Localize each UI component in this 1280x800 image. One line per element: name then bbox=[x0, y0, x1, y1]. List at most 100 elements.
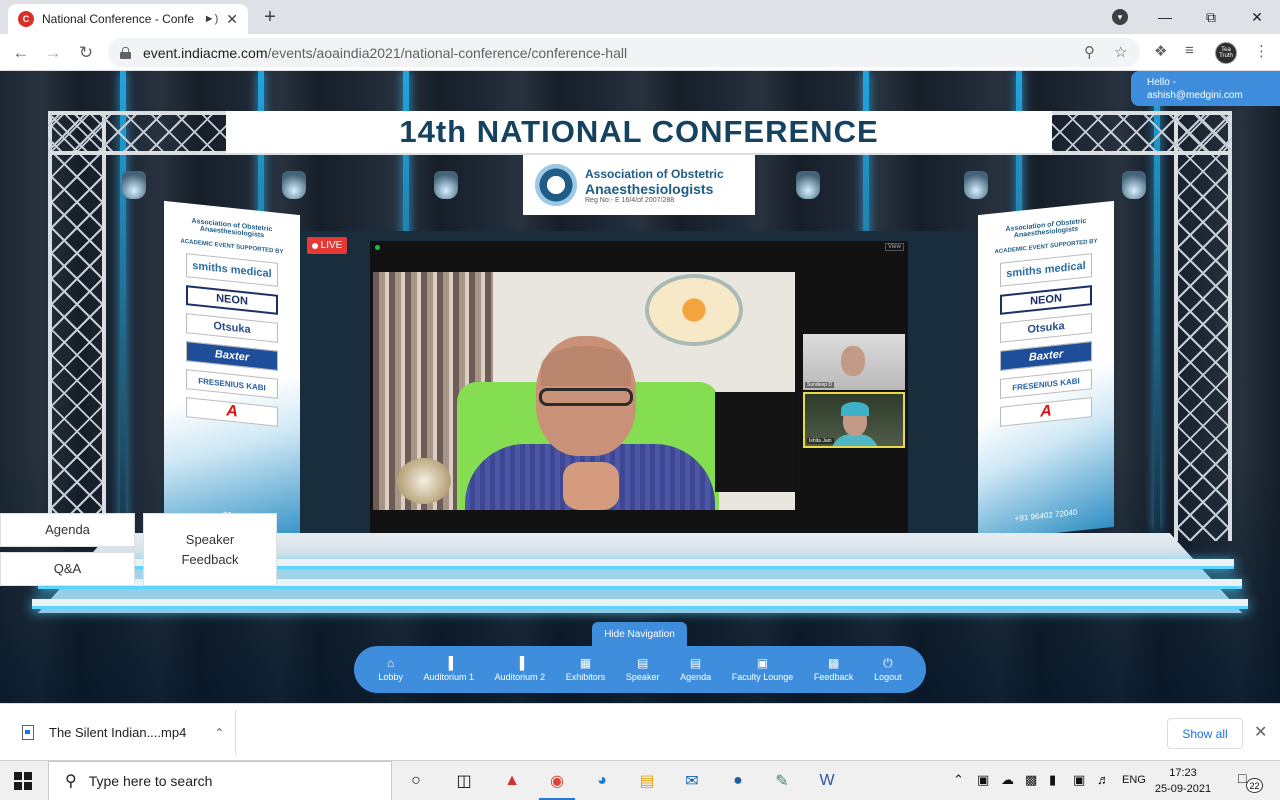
tab-search-icon[interactable]: ▾ bbox=[1112, 9, 1128, 25]
tray-overflow-icon[interactable]: ⌃ bbox=[953, 772, 964, 788]
speaker-hair bbox=[541, 346, 631, 386]
agenda-button[interactable]: Agenda bbox=[0, 513, 135, 547]
feedback-icon: ▩ bbox=[828, 656, 840, 670]
menu-kebab-icon[interactable]: ⋮ bbox=[1254, 42, 1269, 60]
speaker-feedback-line1: Speaker bbox=[185, 531, 235, 547]
zoom-app-icon[interactable]: ● bbox=[726, 769, 750, 793]
main-speaker-video bbox=[373, 272, 795, 510]
acrobat-icon[interactable]: ▲ bbox=[500, 769, 524, 793]
nav-item-auditorium-1[interactable]: ▐ Auditorium 1 bbox=[423, 657, 474, 683]
nav-item-speaker[interactable]: ▤ Speaker bbox=[626, 657, 660, 683]
wall-emblem bbox=[645, 274, 743, 346]
address-bar[interactable]: event.indiacme.com/events/aoaindia2021/n… bbox=[108, 38, 1140, 67]
forward-arrow-icon[interactable]: → bbox=[40, 40, 66, 66]
bookmark-star-icon[interactable]: ☆ bbox=[1114, 43, 1127, 61]
outlook-icon[interactable]: ✉ bbox=[680, 769, 704, 793]
sponsor-logo-otsuka: Otsuka bbox=[186, 313, 278, 343]
system-clock[interactable]: 17:23 25-09-2021 bbox=[1150, 765, 1216, 797]
taskbar-search-box[interactable]: ⚲ Type here to search bbox=[48, 761, 392, 800]
nav-item-auditorium-2[interactable]: ▐ Auditorium 2 bbox=[495, 657, 546, 683]
media-queue-icon[interactable]: ≡ bbox=[1185, 42, 1194, 59]
booth-icon: ▦ bbox=[579, 656, 592, 670]
minimize-icon[interactable]: — bbox=[1142, 0, 1188, 34]
hide-navigation-button[interactable]: Hide Navigation bbox=[592, 622, 687, 646]
qa-button[interactable]: Q&A bbox=[0, 552, 135, 586]
nav-label: Auditorium 1 bbox=[423, 672, 474, 682]
close-downloads-icon[interactable]: ✕ bbox=[1254, 722, 1267, 742]
speaker-feedback-button[interactable]: Speaker Feedback bbox=[143, 513, 277, 586]
live-dot-icon bbox=[311, 242, 318, 249]
new-tab-button[interactable]: + bbox=[258, 5, 282, 29]
show-all-button[interactable]: Show all bbox=[1167, 718, 1243, 749]
video-file-icon bbox=[22, 725, 34, 740]
conference-banner: 14th NATIONAL CONFERENCE bbox=[226, 111, 1052, 153]
nav-item-exhibitors[interactable]: ▦ Exhibitors bbox=[566, 656, 606, 683]
download-file-name: The Silent Indian....mp4 bbox=[49, 725, 187, 740]
live-badge: LIVE bbox=[307, 237, 347, 254]
window-close-icon[interactable]: ✕ bbox=[1234, 0, 1280, 34]
windows-taskbar: ⚲ Type here to search ○ ◫ ▲ ◉ ◕ ▤ ✉ ● ✎ … bbox=[0, 760, 1280, 800]
participant-name: Sundeep D bbox=[805, 382, 835, 388]
speaker-icon[interactable]: ►) bbox=[204, 13, 219, 25]
nav-label: Faculty Lounge bbox=[731, 672, 794, 682]
user-greeting-badge[interactable]: Hello - ashish@medgini.com bbox=[1131, 71, 1280, 106]
recording-indicator-icon bbox=[375, 245, 380, 250]
nav-label: Agenda bbox=[680, 672, 712, 682]
nav-item-faculty-lounge[interactable]: ▣ Faculty Lounge bbox=[731, 657, 794, 683]
search-icon: ⚲ bbox=[65, 773, 77, 790]
reload-icon[interactable]: ↻ bbox=[73, 40, 99, 66]
tab-title: National Conference - Confe bbox=[42, 12, 195, 26]
back-arrow-icon[interactable]: ← bbox=[8, 40, 34, 66]
power-icon: ⏻ bbox=[883, 656, 893, 670]
sponsor-logo-smiths: smiths medical bbox=[186, 253, 278, 287]
camera-icon[interactable]: ▩ bbox=[1025, 772, 1037, 788]
extensions-puzzle-icon[interactable]: ❖ bbox=[1154, 42, 1167, 60]
browser-toolbar: ← → ↻ event.indiacme.com/events/aoaindia… bbox=[0, 34, 1280, 71]
spotlight-icon bbox=[796, 171, 820, 199]
edge-icon[interactable]: ◕ bbox=[590, 769, 614, 793]
spotlight-icon bbox=[964, 171, 988, 199]
download-item[interactable]: The Silent Indian....mp4 ⌃ bbox=[0, 710, 236, 755]
sponsor-logo-neon: NEON bbox=[186, 285, 278, 315]
chevron-up-icon[interactable]: ⌃ bbox=[214, 726, 224, 740]
onedrive-icon[interactable]: ☁ bbox=[1001, 772, 1014, 788]
snip-tool-icon[interactable]: ✎ bbox=[770, 769, 794, 793]
nav-label: Logout bbox=[874, 672, 902, 682]
battery-icon[interactable]: ▮ bbox=[1049, 772, 1056, 788]
lock-icon[interactable] bbox=[120, 46, 131, 59]
restore-icon[interactable]: ⧉ bbox=[1188, 0, 1234, 34]
standee-heading: Association of Obstetric Anaesthesiologi… bbox=[1005, 217, 1087, 240]
nav-item-feedback[interactable]: ▩ Feedback bbox=[814, 656, 854, 683]
participant-gown bbox=[831, 434, 879, 446]
meet-now-icon[interactable]: ▣ bbox=[977, 772, 989, 788]
screen-root: C National Conference - Confe ►) ✕ + ▾ —… bbox=[0, 0, 1280, 800]
view-toggle-button[interactable]: View bbox=[885, 243, 904, 251]
sponsor-logo-fresenius: FRESENIUS KABI bbox=[186, 369, 278, 399]
language-indicator[interactable]: ENG bbox=[1122, 774, 1146, 786]
close-tab-icon[interactable]: ✕ bbox=[226, 11, 238, 28]
file-explorer-icon[interactable]: ▤ bbox=[635, 769, 659, 793]
nav-item-agenda[interactable]: ▤ Agenda bbox=[680, 657, 712, 683]
cortana-icon[interactable]: ○ bbox=[404, 769, 428, 793]
standee-heading: Association of Obstetric Anaesthesiologi… bbox=[191, 217, 273, 240]
url-host: event.indiacme.com bbox=[143, 44, 268, 61]
word-icon[interactable]: W bbox=[815, 769, 839, 793]
nav-item-lobby[interactable]: ⌂ Lobby bbox=[378, 657, 403, 683]
video-monitor bbox=[715, 392, 795, 492]
network-icon[interactable]: ▣ bbox=[1073, 772, 1085, 788]
stage-step bbox=[32, 599, 1248, 609]
spotlight-icon bbox=[282, 171, 306, 199]
browser-tab[interactable]: C National Conference - Confe ►) ✕ bbox=[8, 4, 248, 34]
standee-subheading: ACADEMIC EVENT SUPPORTED BY bbox=[180, 238, 284, 256]
nav-item-logout[interactable]: ⏻ Logout bbox=[874, 656, 902, 683]
participant-thumbnail: Sundeep D bbox=[803, 334, 905, 390]
windows-start-icon[interactable] bbox=[14, 772, 32, 790]
volume-icon[interactable]: ♬ bbox=[1097, 772, 1110, 787]
chrome-icon[interactable]: ◉ bbox=[545, 769, 569, 793]
speaker-glasses bbox=[539, 388, 633, 406]
task-view-icon[interactable]: ◫ bbox=[452, 769, 476, 793]
profile-avatar[interactable]: Tea Truth bbox=[1215, 42, 1237, 64]
bottom-navigation: ⌂ Lobby ▐ Auditorium 1 ▐ Auditorium 2 ▦ … bbox=[354, 646, 926, 693]
zoom-icon[interactable]: ⚲ bbox=[1084, 43, 1095, 61]
sponsor-logo-otsuka: Otsuka bbox=[1000, 313, 1092, 343]
